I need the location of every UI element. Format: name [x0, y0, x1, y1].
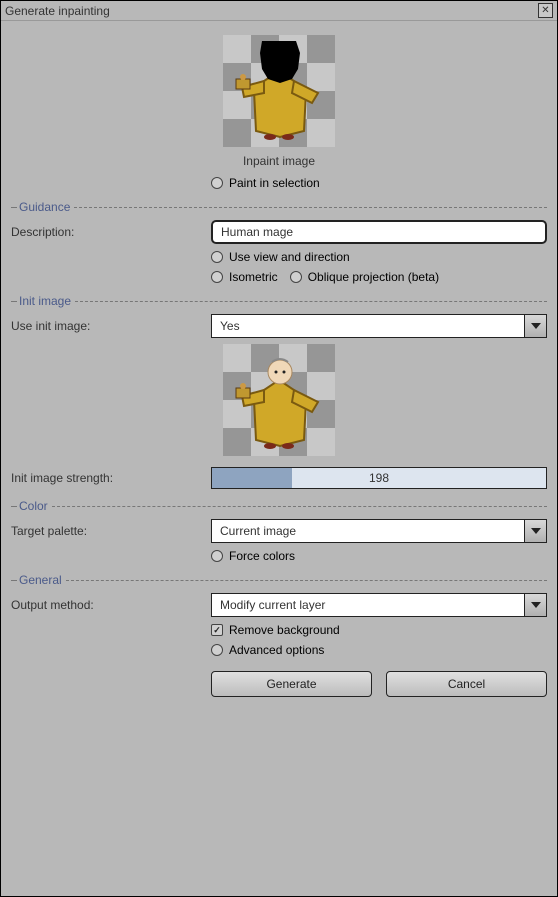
inpaint-preview-block: Inpaint image: [11, 35, 547, 168]
use-init-row: Use init image: Yes: [11, 314, 547, 338]
general-legend: General: [11, 573, 547, 587]
advanced-checkbox[interactable]: Advanced options: [211, 643, 324, 657]
chevron-down-icon: [524, 315, 546, 337]
output-value: Modify current layer: [212, 598, 524, 612]
isometric-checkbox[interactable]: Isometric: [211, 270, 278, 284]
strength-row: Init image strength: 198: [11, 467, 547, 489]
oblique-label: Oblique projection (beta): [308, 270, 439, 284]
description-label: Description:: [11, 225, 211, 239]
output-select[interactable]: Modify current layer: [211, 593, 547, 617]
sprite-mage-icon: [234, 350, 324, 450]
remove-bg-label: Remove background: [229, 623, 340, 637]
description-input[interactable]: [211, 220, 547, 244]
strength-label: Init image strength:: [11, 471, 211, 485]
paint-in-selection-checkbox[interactable]: Paint in selection: [211, 176, 320, 190]
inpaint-preview[interactable]: [223, 35, 335, 147]
cancel-button[interactable]: Cancel: [386, 671, 547, 697]
color-legend: Color: [11, 499, 547, 513]
chevron-down-icon: [524, 594, 546, 616]
dialog-window: Generate inpainting ✕: [0, 0, 558, 897]
advanced-label: Advanced options: [229, 643, 324, 657]
strength-slider[interactable]: 198: [211, 467, 547, 489]
force-colors-checkbox[interactable]: Force colors: [211, 549, 295, 563]
use-init-value: Yes: [212, 319, 524, 333]
paint-in-selection-label: Paint in selection: [229, 176, 320, 190]
slider-fill: [212, 468, 292, 488]
generate-button[interactable]: Generate: [211, 671, 372, 697]
inpaint-caption: Inpaint image: [11, 154, 547, 168]
palette-label: Target palette:: [11, 524, 211, 538]
output-label: Output method:: [11, 598, 211, 612]
sprite-masked-icon: [234, 41, 324, 141]
guidance-legend: Guidance: [11, 200, 547, 214]
strength-value: 198: [369, 471, 389, 485]
oblique-checkbox[interactable]: Oblique projection (beta): [290, 270, 439, 284]
init-preview[interactable]: [223, 344, 335, 456]
isometric-label: Isometric: [229, 270, 278, 284]
output-row: Output method: Modify current layer: [11, 593, 547, 617]
chevron-down-icon: [524, 520, 546, 542]
close-icon[interactable]: ✕: [538, 3, 553, 18]
use-init-select[interactable]: Yes: [211, 314, 547, 338]
dialog-content: Inpaint image Paint in selection Guidanc…: [1, 21, 557, 711]
titlebar: Generate inpainting ✕: [1, 1, 557, 21]
use-view-label: Use view and direction: [229, 250, 350, 264]
use-view-checkbox[interactable]: Use view and direction: [211, 250, 350, 264]
init-legend: Init image: [11, 294, 547, 308]
force-colors-label: Force colors: [229, 549, 295, 563]
palette-select[interactable]: Current image: [211, 519, 547, 543]
description-row: Description:: [11, 220, 547, 244]
use-init-label: Use init image:: [11, 319, 211, 333]
palette-value: Current image: [212, 524, 524, 538]
init-preview-block: [11, 344, 547, 459]
paint-in-selection-row: Paint in selection: [11, 176, 547, 190]
palette-row: Target palette: Current image: [11, 519, 547, 543]
window-title: Generate inpainting: [5, 4, 110, 18]
remove-bg-checkbox[interactable]: Remove background: [211, 623, 340, 637]
